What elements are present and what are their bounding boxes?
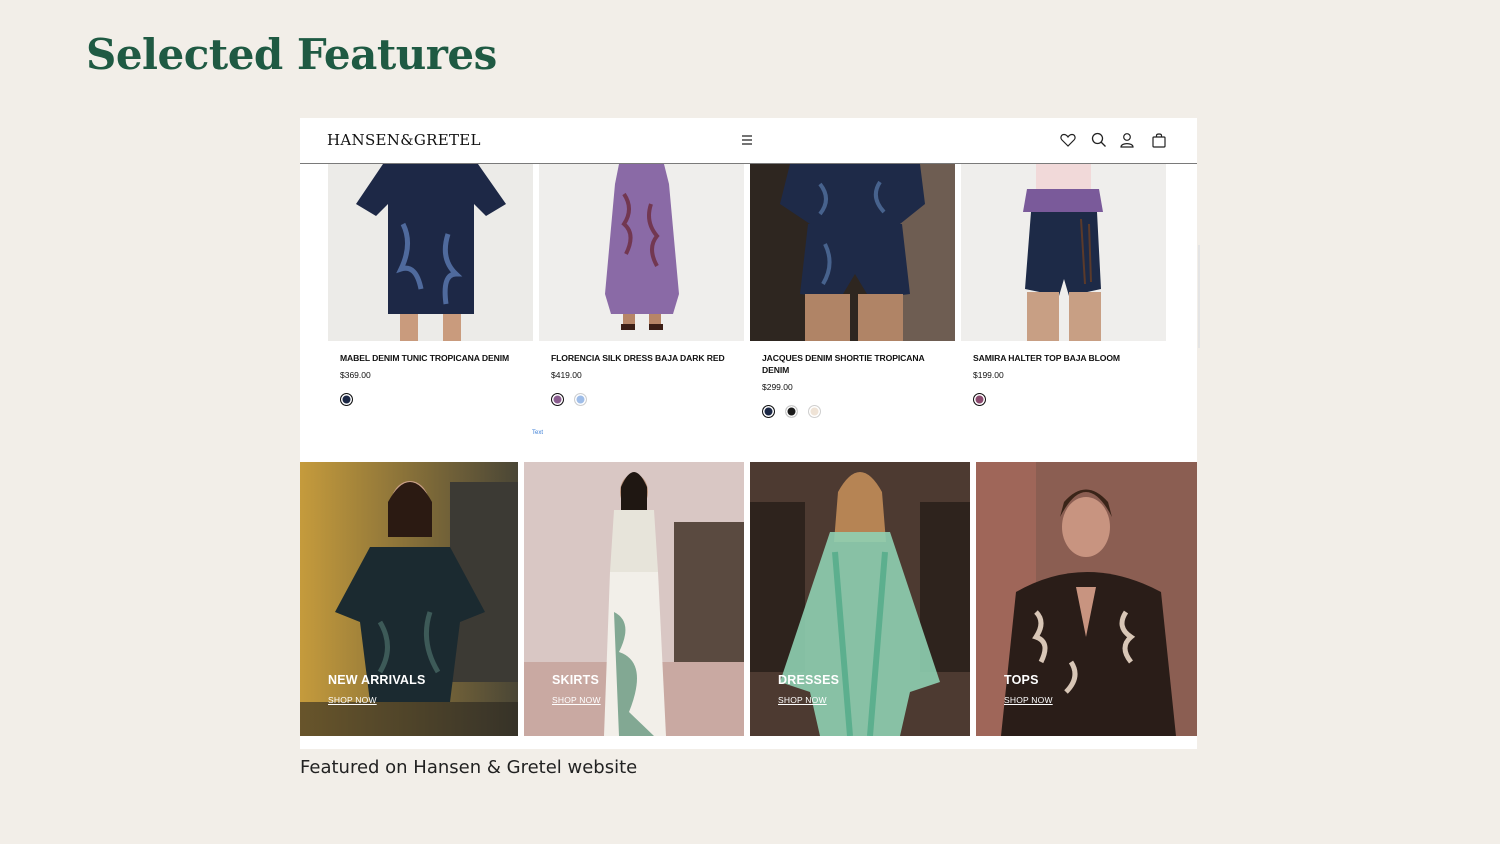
color-swatch[interactable]: [340, 393, 353, 406]
product-image[interactable]: [961, 164, 1166, 341]
category-title: TOPS: [1004, 673, 1039, 687]
product-price: $419.00: [551, 370, 582, 380]
shop-now-link[interactable]: SHOP NOW: [552, 695, 601, 705]
product-name[interactable]: MABEL DENIM TUNIC TROPICANA DENIM: [340, 352, 530, 364]
product-image[interactable]: [750, 164, 955, 341]
category-tile-dresses[interactable]: DRESSES SHOP NOW: [750, 462, 970, 736]
category-tile-new-arrivals[interactable]: NEW ARRIVALS SHOP NOW: [300, 462, 518, 736]
product-price: $299.00: [762, 382, 793, 392]
color-swatch[interactable]: [762, 405, 775, 418]
user-icon[interactable]: [1118, 131, 1136, 149]
bag-icon[interactable]: [1150, 131, 1168, 149]
website-screenshot: HANSEN&GRETEL MABEL DENIM TUNIC TROPICAN…: [300, 118, 1197, 749]
menu-icon[interactable]: [740, 132, 754, 148]
shop-now-link[interactable]: SHOP NOW: [778, 695, 827, 705]
shop-now-link[interactable]: SHOP NOW: [1004, 695, 1053, 705]
color-swatch[interactable]: [973, 393, 986, 406]
product-price: $199.00: [973, 370, 1004, 380]
heart-icon[interactable]: [1059, 131, 1077, 149]
product-price: $369.00: [340, 370, 371, 380]
scrollbar-thumb[interactable]: [1198, 245, 1200, 348]
category-tile-skirts[interactable]: SKIRTS SHOP NOW: [524, 462, 744, 736]
product-image[interactable]: [539, 164, 744, 341]
product-image[interactable]: [328, 164, 533, 341]
category-title: SKIRTS: [552, 673, 600, 687]
category-tile-tops[interactable]: TOPS SHOP NOW: [976, 462, 1197, 736]
category-title: NEW ARRIVALS: [328, 673, 426, 687]
slide-caption: Featured on Hansen & Gretel website: [300, 757, 638, 778]
site-logo[interactable]: HANSEN&GRETEL: [327, 131, 481, 149]
shop-now-link[interactable]: SHOP NOW: [328, 695, 377, 705]
color-swatch[interactable]: [808, 405, 821, 418]
color-swatch[interactable]: [785, 405, 798, 418]
category-title: DRESSES: [778, 673, 840, 687]
color-swatch[interactable]: [574, 393, 587, 406]
product-name[interactable]: JACQUES DENIM SHORTIE TROPICANA DENIM: [762, 352, 952, 376]
site-header: HANSEN&GRETEL: [300, 118, 1197, 164]
product-name[interactable]: FLORENCIA SILK DRESS BAJA DARK RED: [551, 352, 741, 364]
slide-title: Selected Features: [86, 30, 497, 79]
color-swatch[interactable]: [551, 393, 564, 406]
stray-text: Text: [532, 430, 544, 436]
product-name[interactable]: SAMIRA HALTER TOP BAJA BLOOM: [973, 352, 1163, 364]
search-icon[interactable]: [1090, 131, 1108, 149]
